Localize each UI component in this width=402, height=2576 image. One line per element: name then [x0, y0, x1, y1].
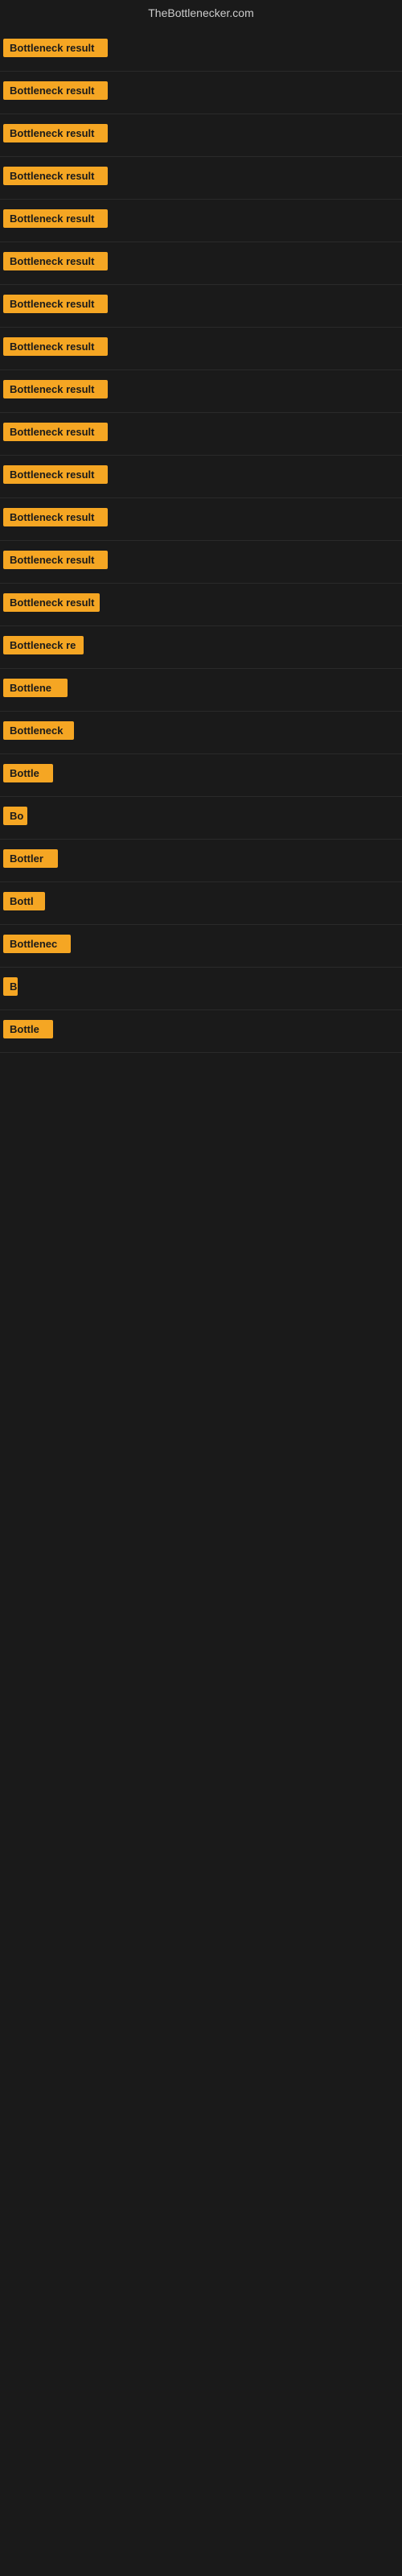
result-row-21: Bottl	[0, 882, 402, 925]
bottleneck-badge-12[interactable]: Bottleneck result	[3, 508, 108, 526]
bottleneck-badge-15[interactable]: Bottleneck re	[3, 636, 84, 654]
bottleneck-badge-5[interactable]: Bottleneck result	[3, 209, 108, 228]
bottleneck-badge-2[interactable]: Bottleneck result	[3, 81, 108, 100]
result-row-23: B	[0, 968, 402, 1010]
result-row-8: Bottleneck result	[0, 328, 402, 370]
site-title: TheBottlenecker.com	[0, 0, 402, 29]
result-row-15: Bottleneck re	[0, 626, 402, 669]
result-row-4: Bottleneck result	[0, 157, 402, 200]
bottleneck-badge-4[interactable]: Bottleneck result	[3, 167, 108, 185]
bottleneck-badge-16[interactable]: Bottlene	[3, 679, 68, 697]
result-row-9: Bottleneck result	[0, 370, 402, 413]
result-row-14: Bottleneck result	[0, 584, 402, 626]
bottleneck-badge-20[interactable]: Bottler	[3, 849, 58, 868]
result-row-7: Bottleneck result	[0, 285, 402, 328]
result-row-22: Bottlenec	[0, 925, 402, 968]
bottleneck-badge-11[interactable]: Bottleneck result	[3, 465, 108, 484]
result-row-3: Bottleneck result	[0, 114, 402, 157]
bottleneck-badge-7[interactable]: Bottleneck result	[3, 295, 108, 313]
bottleneck-badge-6[interactable]: Bottleneck result	[3, 252, 108, 270]
bottleneck-badge-18[interactable]: Bottle	[3, 764, 53, 782]
bottleneck-badge-24[interactable]: Bottle	[3, 1020, 53, 1038]
bottleneck-badge-23[interactable]: B	[3, 977, 18, 996]
result-row-17: Bottleneck	[0, 712, 402, 754]
result-row-24: Bottle	[0, 1010, 402, 1053]
bottleneck-badge-3[interactable]: Bottleneck result	[3, 124, 108, 142]
result-row-20: Bottler	[0, 840, 402, 882]
result-row-19: Bo	[0, 797, 402, 840]
result-row-16: Bottlene	[0, 669, 402, 712]
result-row-12: Bottleneck result	[0, 498, 402, 541]
bottleneck-badge-14[interactable]: Bottleneck result	[3, 593, 100, 612]
bottleneck-badge-17[interactable]: Bottleneck	[3, 721, 74, 740]
bottleneck-badge-21[interactable]: Bottl	[3, 892, 45, 910]
bottleneck-badge-19[interactable]: Bo	[3, 807, 27, 825]
bottleneck-badge-10[interactable]: Bottleneck result	[3, 423, 108, 441]
result-row-1: Bottleneck result	[0, 29, 402, 72]
bottleneck-badge-8[interactable]: Bottleneck result	[3, 337, 108, 356]
result-row-18: Bottle	[0, 754, 402, 797]
bottleneck-badge-22[interactable]: Bottlenec	[3, 935, 71, 953]
result-row-2: Bottleneck result	[0, 72, 402, 114]
bottleneck-badge-13[interactable]: Bottleneck result	[3, 551, 108, 569]
result-row-10: Bottleneck result	[0, 413, 402, 456]
result-row-5: Bottleneck result	[0, 200, 402, 242]
result-row-13: Bottleneck result	[0, 541, 402, 584]
result-row-11: Bottleneck result	[0, 456, 402, 498]
result-row-6: Bottleneck result	[0, 242, 402, 285]
bottleneck-badge-9[interactable]: Bottleneck result	[3, 380, 108, 398]
bottleneck-badge-1[interactable]: Bottleneck result	[3, 39, 108, 57]
